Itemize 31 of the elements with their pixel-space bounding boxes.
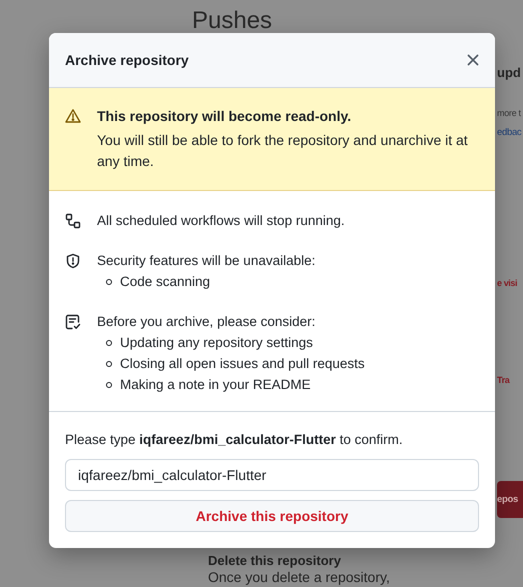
close-icon[interactable] xyxy=(467,54,479,66)
page-text-fragment: more t xyxy=(497,107,522,120)
consequence-text: Before you archive, please consider: xyxy=(97,313,316,331)
page-heading: Pushes xyxy=(192,6,274,36)
confirm-input-field[interactable]: iqfareez/bmi_calculator-Flutter xyxy=(65,459,479,491)
shield-alert-icon xyxy=(65,253,81,269)
workflow-icon xyxy=(65,213,81,229)
bullet-text: Closing all open issues and pull requests xyxy=(120,355,365,373)
bullet-text: Making a note in your README xyxy=(120,376,311,394)
page-text-fragment: e visi xyxy=(497,277,518,290)
bullet-text: Code scanning xyxy=(120,273,210,291)
dialog-title: Archive repository xyxy=(65,50,189,70)
warning-title: This repository will become read-only. xyxy=(97,107,352,126)
warning-icon xyxy=(65,108,81,124)
bullet-icon xyxy=(106,278,112,284)
page-text-fragment: epos xyxy=(497,481,523,518)
checklist-icon xyxy=(65,314,81,330)
page-text-fragment: upd xyxy=(497,64,522,81)
page-text-fragment: edbac xyxy=(497,126,522,140)
page-text-fragment: Tra xyxy=(497,374,511,387)
archive-button[interactable]: Archive this repository xyxy=(65,500,479,532)
warning-text: You will still be able to fork the repository and unarchive it at any time. xyxy=(97,131,469,171)
consequence-text: Security features will be unavailable: xyxy=(97,252,316,270)
confirm-instruction: Please type iqfareez/bmi_calculator-Flutter to confirm. xyxy=(65,431,404,449)
section-text: Once you delete a repository, xyxy=(208,568,391,586)
bullet-icon xyxy=(106,340,112,346)
consequence-text: All scheduled workflows will stop running. xyxy=(97,212,345,230)
bullet-icon xyxy=(106,360,112,366)
bullet-text: Updating any repository settings xyxy=(120,334,313,352)
bullet-icon xyxy=(106,382,112,388)
section-title: Delete this repository xyxy=(208,553,342,568)
